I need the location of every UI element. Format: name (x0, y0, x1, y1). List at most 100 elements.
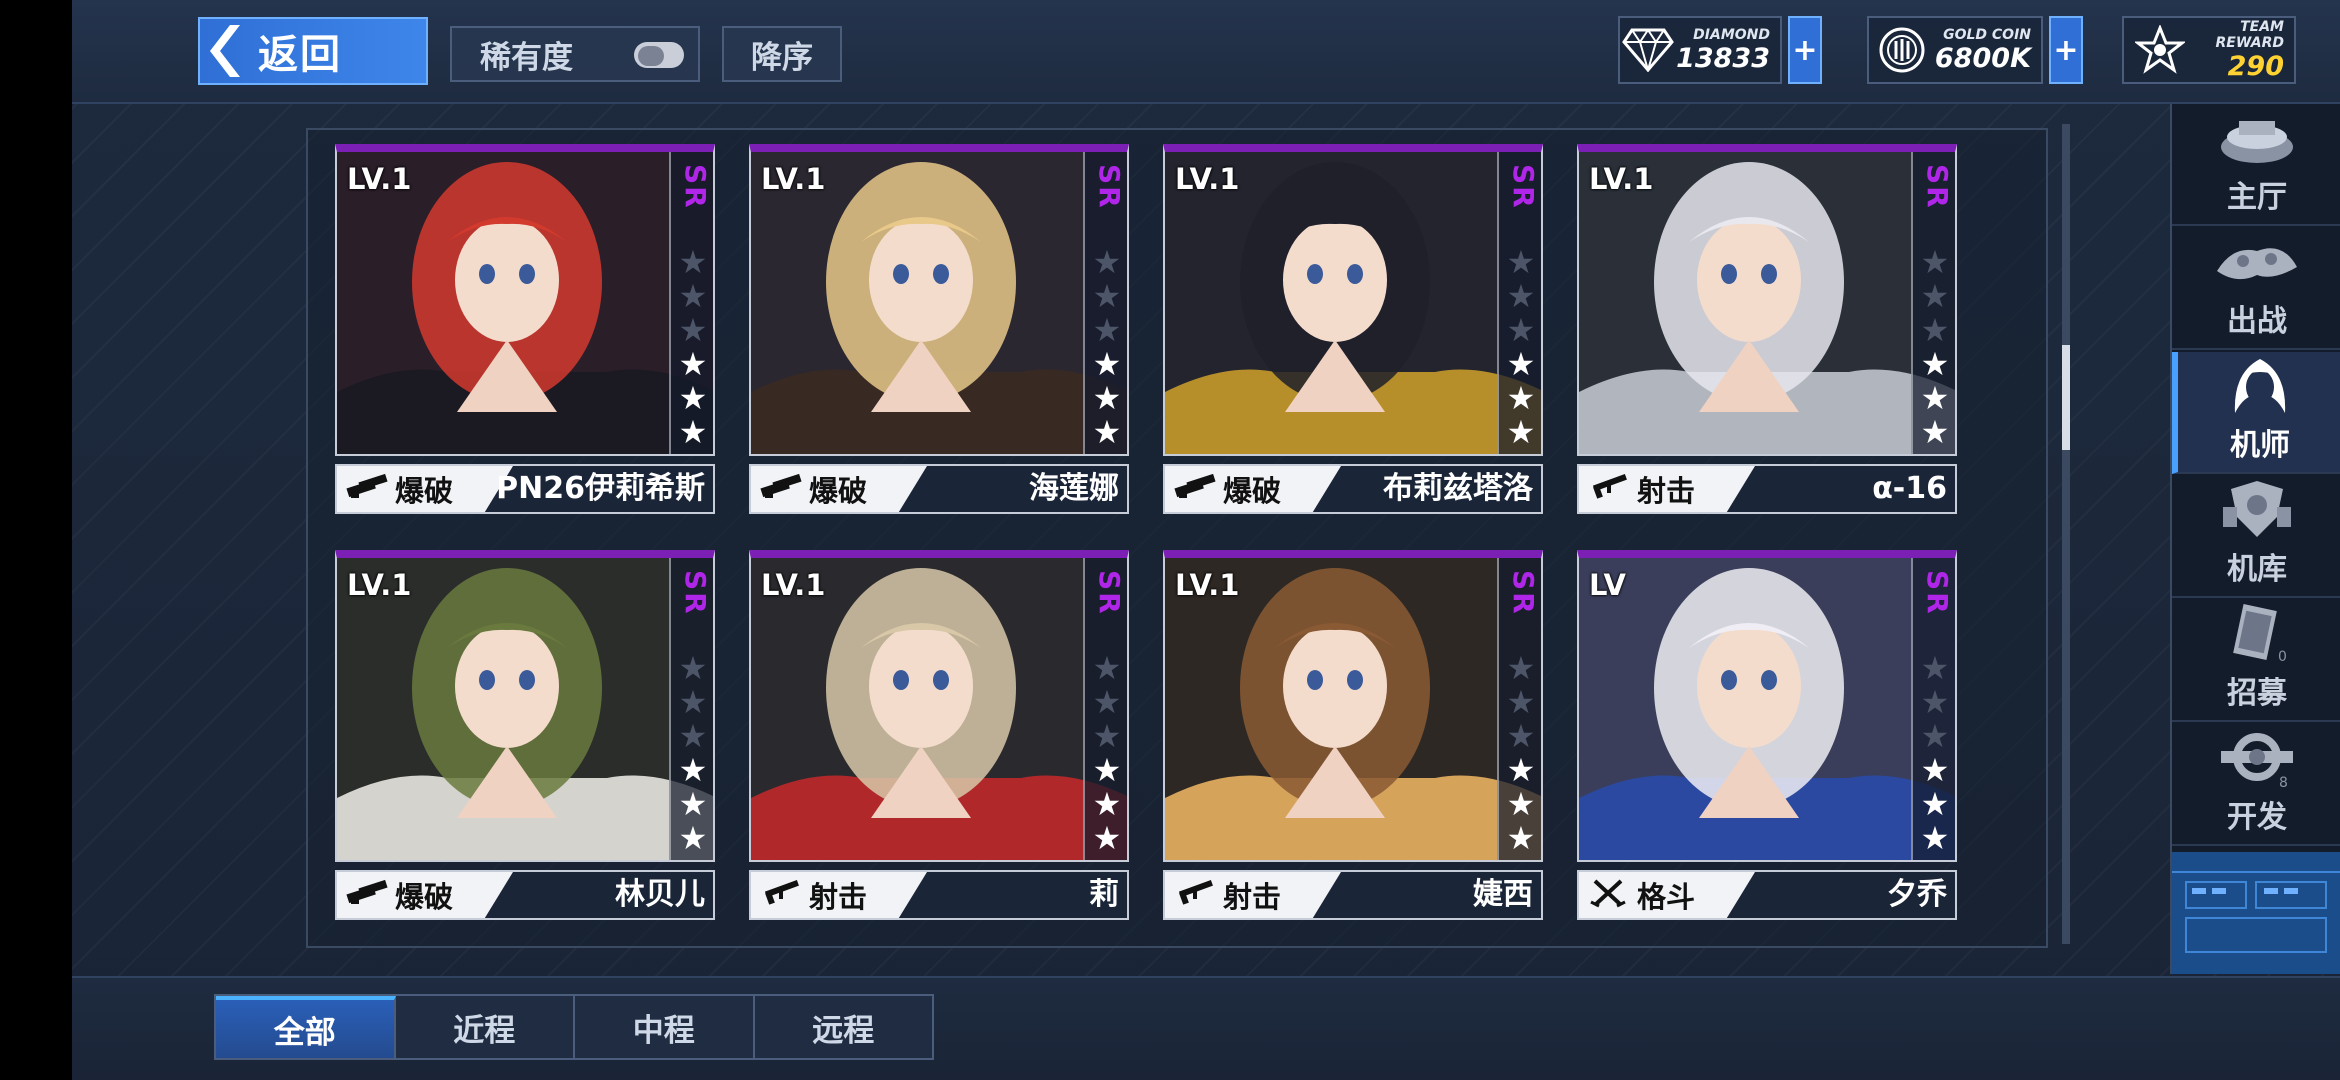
nav-item-hall[interactable]: 主厅 (2172, 104, 2340, 226)
add-diamond-button[interactable]: + (1788, 16, 1822, 84)
sort-by-rarity-button[interactable]: 稀有度 (450, 26, 700, 82)
pilot-icon (2212, 352, 2308, 420)
pilot-card[interactable]: LV.1 SR ★ ★ ★ ★ ★ ★ 爆破 PN26伊莉希斯 (335, 144, 715, 516)
rarity-star-icon: ★ (678, 345, 708, 383)
rarity-stars: ★ ★ ★ ★ ★ ★ (1503, 246, 1539, 451)
pilot-name: PN26伊莉希斯 (496, 471, 705, 506)
rarity-toggle[interactable] (634, 42, 684, 68)
battle-icon (2209, 228, 2305, 296)
pilot-name: 夕乔 (1887, 877, 1947, 912)
pilot-info-bar: 爆破 PN26伊莉希斯 (335, 464, 715, 514)
hall-icon (2209, 104, 2305, 172)
pilot-card[interactable]: LV.1 SR ★ ★ ★ ★ ★ ★ 射击 α-16 (1577, 144, 1957, 516)
nav-item-battle[interactable]: 出战 (2172, 228, 2340, 350)
rarity-column: SR ★ ★ ★ ★ ★ ★ (1911, 152, 1955, 454)
svg-text:0: 0 (2278, 649, 2287, 665)
rarity-star-icon: ★ (1506, 785, 1536, 823)
rarity-stars: ★ ★ ★ ★ ★ ★ (1917, 652, 1953, 857)
pilot-type-label: 射击 (1637, 474, 1696, 508)
rarity-star-icon: ★ (1092, 683, 1122, 721)
rarity-star-icon: ★ (1092, 345, 1122, 383)
scrollbar-track[interactable] (2062, 124, 2070, 944)
scrollbar-thumb[interactable] (2062, 345, 2070, 450)
pilot-card[interactable]: LV.1 SR ★ ★ ★ ★ ★ ★ 射击莉 (749, 550, 1129, 922)
pilot-card[interactable]: LV.1 SR ★ ★ ★ ★ ★ ★ 爆破 林贝儿 (335, 550, 715, 922)
pilot-type-badge: 爆破 (337, 872, 513, 918)
sort-order-button[interactable]: 降序 (722, 26, 842, 82)
pilot-card[interactable]: LV.1 SR ★ ★ ★ ★ ★ ★ 射击 婕西 (1163, 550, 1543, 922)
pilot-level: LV (1589, 568, 1626, 602)
back-button[interactable]: 返回 (198, 17, 428, 85)
rarity-star-icon: ★ (1920, 751, 1950, 789)
pilot-type-label: 爆破 (809, 474, 868, 508)
pilot-type-badge: 爆破 (337, 466, 513, 512)
pilot-type-badge: 射击 (751, 872, 927, 918)
pilot-info-bar: 射击 婕西 (1163, 870, 1543, 920)
nav-item-hangar[interactable]: 机库 (2172, 476, 2340, 598)
pilot-portrait: LV.1 SR ★ ★ ★ ★ ★ ★ (1163, 144, 1543, 456)
rarity-star-icon: ★ (1092, 717, 1122, 755)
diamond-label: DIAMOND (1693, 26, 1770, 43)
rarity-star-icon: ★ (678, 413, 708, 451)
tab-melee[interactable]: 近程 (396, 996, 575, 1058)
tab-mid-range[interactable]: 中程 (575, 996, 755, 1058)
rifle-icon (1587, 472, 1631, 506)
pilot-level: LV.1 (761, 162, 826, 196)
top-bar: 返回 稀有度 降序 DIAMOND 13833 + GOLD COIN 6800… (72, 0, 2340, 104)
rarity-star-icon: ★ (678, 243, 708, 281)
pilot-info-bar: 爆破 布莉兹塔洛 (1163, 464, 1543, 514)
diamond-icon (1620, 18, 1676, 82)
team-reward-value: 290 (2227, 50, 2284, 82)
side-navigation: 主厅 出战机师机库 0 招募 8 开发 (2170, 104, 2340, 974)
team-reward-counter: TEAM REWARD 290 (2122, 16, 2296, 84)
diamond-counter: DIAMOND 13833 (1618, 16, 1782, 84)
pilot-card[interactable]: LV.1 SR ★ ★ ★ ★ ★ ★ 爆破 海莲娜 (749, 144, 1129, 516)
pilot-type-label: 爆破 (1223, 474, 1282, 508)
nav-item-recruit[interactable]: 0 招募 (2172, 600, 2340, 722)
rarity-star-icon: ★ (1506, 717, 1536, 755)
rarity-star-icon: ★ (678, 277, 708, 315)
pilot-portrait: LV.1 SR ★ ★ ★ ★ ★ ★ (749, 144, 1129, 456)
gold-coin-counter: GOLD COIN 6800K (1867, 16, 2043, 84)
diamond-value: 13833 (1676, 42, 1770, 74)
pilot-type-badge: 爆破 (751, 466, 927, 512)
rifle-icon (1173, 878, 1217, 912)
rarity-star-icon: ★ (1092, 751, 1122, 789)
pilot-level: LV.1 (347, 162, 412, 196)
rarity-star-icon: ★ (1920, 345, 1950, 383)
back-label: 返回 (258, 32, 342, 78)
rarity-stars: ★ ★ ★ ★ ★ ★ (675, 652, 711, 854)
nav-item-develop[interactable]: 8 开发 (2172, 724, 2340, 846)
nav-item-pilot[interactable]: 机师 (2172, 352, 2340, 474)
rarity-badge: SR (1507, 570, 1540, 616)
develop-wrench-icon: 8 (2209, 724, 2305, 792)
pilot-type-label: 爆破 (395, 880, 454, 914)
add-gold-button[interactable]: + (2049, 16, 2083, 84)
rarity-star-icon: ★ (1092, 649, 1122, 687)
pilot-type-label: 射击 (1223, 880, 1282, 914)
rarity-star-icon: ★ (1920, 413, 1950, 451)
nav-label: 机师 (2230, 428, 2290, 463)
gold-coin-icon (1869, 18, 1935, 82)
pilot-type-badge: 射击 (1579, 466, 1755, 512)
pilot-portrait: LV.1 SR ★ ★ ★ ★ ★ ★ (335, 144, 715, 456)
rarity-star-icon: ★ (1092, 413, 1122, 451)
rarity-column: SR ★ ★ ★ ★ ★ ★ (1083, 152, 1127, 454)
rarity-stars: ★ ★ ★ ★ ★ ★ (1089, 649, 1125, 854)
rarity-star-icon: ★ (1506, 413, 1536, 451)
rarity-star-icon: ★ (1920, 717, 1950, 755)
rarity-stars: ★ ★ ★ ★ ★ ★ (675, 243, 711, 451)
demolition-icon (1173, 472, 1217, 506)
tab-long-range[interactable]: 远程 (755, 996, 933, 1058)
pilot-card[interactable]: LV SR ★ ★ ★ ★ ★ ★ 格斗 夕乔 (1577, 550, 1957, 922)
rarity-star-icon: ★ (678, 379, 708, 417)
rarity-star-icon: ★ (1920, 819, 1950, 857)
pilot-type-badge: 格斗 (1579, 872, 1755, 918)
rarity-star-icon: ★ (1920, 243, 1950, 281)
pilot-card[interactable]: LV.1 SR ★ ★ ★ ★ ★ ★ 爆破 布莉兹塔洛 (1163, 144, 1543, 516)
tab-all[interactable]: 全部 (216, 996, 396, 1058)
minimap-panel[interactable] (2172, 852, 2340, 974)
rarity-badge: SR (1093, 570, 1126, 616)
rarity-star-icon: ★ (678, 683, 708, 721)
rarity-star-icon: ★ (1092, 243, 1122, 281)
